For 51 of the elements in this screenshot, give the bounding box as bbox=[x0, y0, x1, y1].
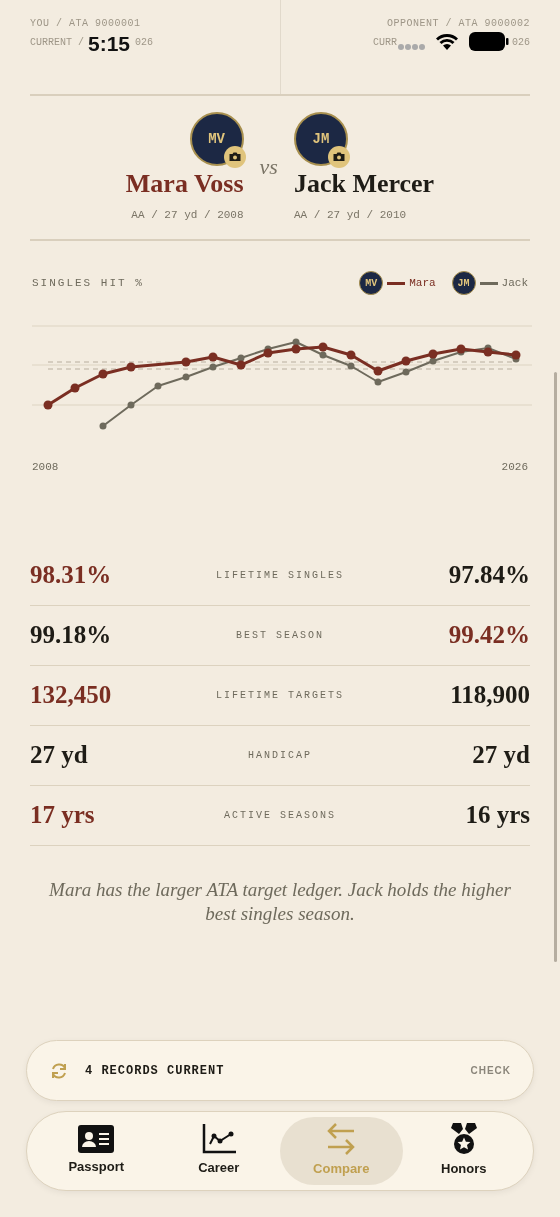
legend-avatar: JM bbox=[451, 271, 476, 295]
stat-label: LIFETIME SINGLES bbox=[215, 568, 345, 583]
stat-value: 132,450 bbox=[30, 680, 113, 711]
tab-button[interactable]: Career bbox=[157, 1117, 280, 1185]
wifi-icon bbox=[435, 32, 459, 50]
medal-icon bbox=[449, 1123, 478, 1156]
stat-value: 17 yrs bbox=[30, 800, 96, 831]
header-subtitle: CURR bbox=[373, 36, 397, 50]
chart-title: SINGLES HIT % bbox=[32, 275, 145, 291]
axis-label: 2008 bbox=[32, 460, 59, 475]
stat-value: 99.42% bbox=[447, 620, 530, 651]
clock-time: 5:15 bbox=[88, 31, 131, 57]
stat-value: 27 yd bbox=[471, 740, 530, 771]
player-name: Mara Voss bbox=[125, 170, 244, 199]
battery-icon bbox=[469, 32, 509, 51]
stat-value: 99.18% bbox=[30, 620, 113, 651]
tab-button[interactable]: Passport bbox=[35, 1117, 158, 1185]
axis-label: 2026 bbox=[501, 460, 528, 475]
stat-value: 97.84% bbox=[447, 560, 530, 591]
signal-icon bbox=[397, 43, 426, 51]
line-chart-icon bbox=[201, 1124, 236, 1155]
camera-icon[interactable] bbox=[327, 146, 350, 168]
stat-value: 27 yd bbox=[30, 740, 89, 771]
sync-icon bbox=[49, 1060, 69, 1081]
stat-value: 98.31% bbox=[30, 560, 113, 591]
player-details: AA / 27 yd / 2008 bbox=[131, 207, 244, 223]
legend-avatar: MV bbox=[359, 271, 384, 295]
header-subtitle: CURRENT / bbox=[30, 36, 84, 50]
stat-label: LIFETIME TARGETS bbox=[215, 688, 345, 703]
player-name: Jack Mercer bbox=[293, 170, 435, 199]
legend-label: Jack bbox=[501, 275, 528, 291]
sync-status: 4 RECORDS CURRENT bbox=[85, 1062, 226, 1080]
legend-label: Mara bbox=[409, 275, 436, 291]
summary-text: Mara has the larger ATA target ledger. Jack holds the higher best singles season. bbox=[48, 877, 512, 927]
tab-button[interactable]: Honors bbox=[402, 1117, 525, 1185]
stat-label: HANDICAP bbox=[247, 748, 313, 763]
avatar-initials: MV bbox=[208, 129, 225, 149]
id-card-icon bbox=[78, 1125, 115, 1154]
stat-value: 16 yrs bbox=[464, 800, 530, 831]
header-subtitle: 026 bbox=[512, 36, 530, 50]
avatar-initials: JM bbox=[312, 129, 330, 149]
header-label: OPPONENT / ATA 9000002 bbox=[385, 17, 530, 31]
camera-icon[interactable] bbox=[223, 146, 246, 168]
stat-value: 118,900 bbox=[449, 680, 530, 711]
player-details: AA / 27 yd / 2010 bbox=[293, 207, 407, 223]
header-label: YOU / ATA 9000001 bbox=[30, 17, 142, 31]
stat-label: ACTIVE SEASONS bbox=[223, 808, 337, 823]
stat-label: BEST SEASON bbox=[235, 628, 325, 643]
header-subtitle: 026 bbox=[135, 36, 153, 50]
versus-label: vs bbox=[259, 153, 278, 181]
swap-arrows-icon bbox=[326, 1123, 357, 1156]
